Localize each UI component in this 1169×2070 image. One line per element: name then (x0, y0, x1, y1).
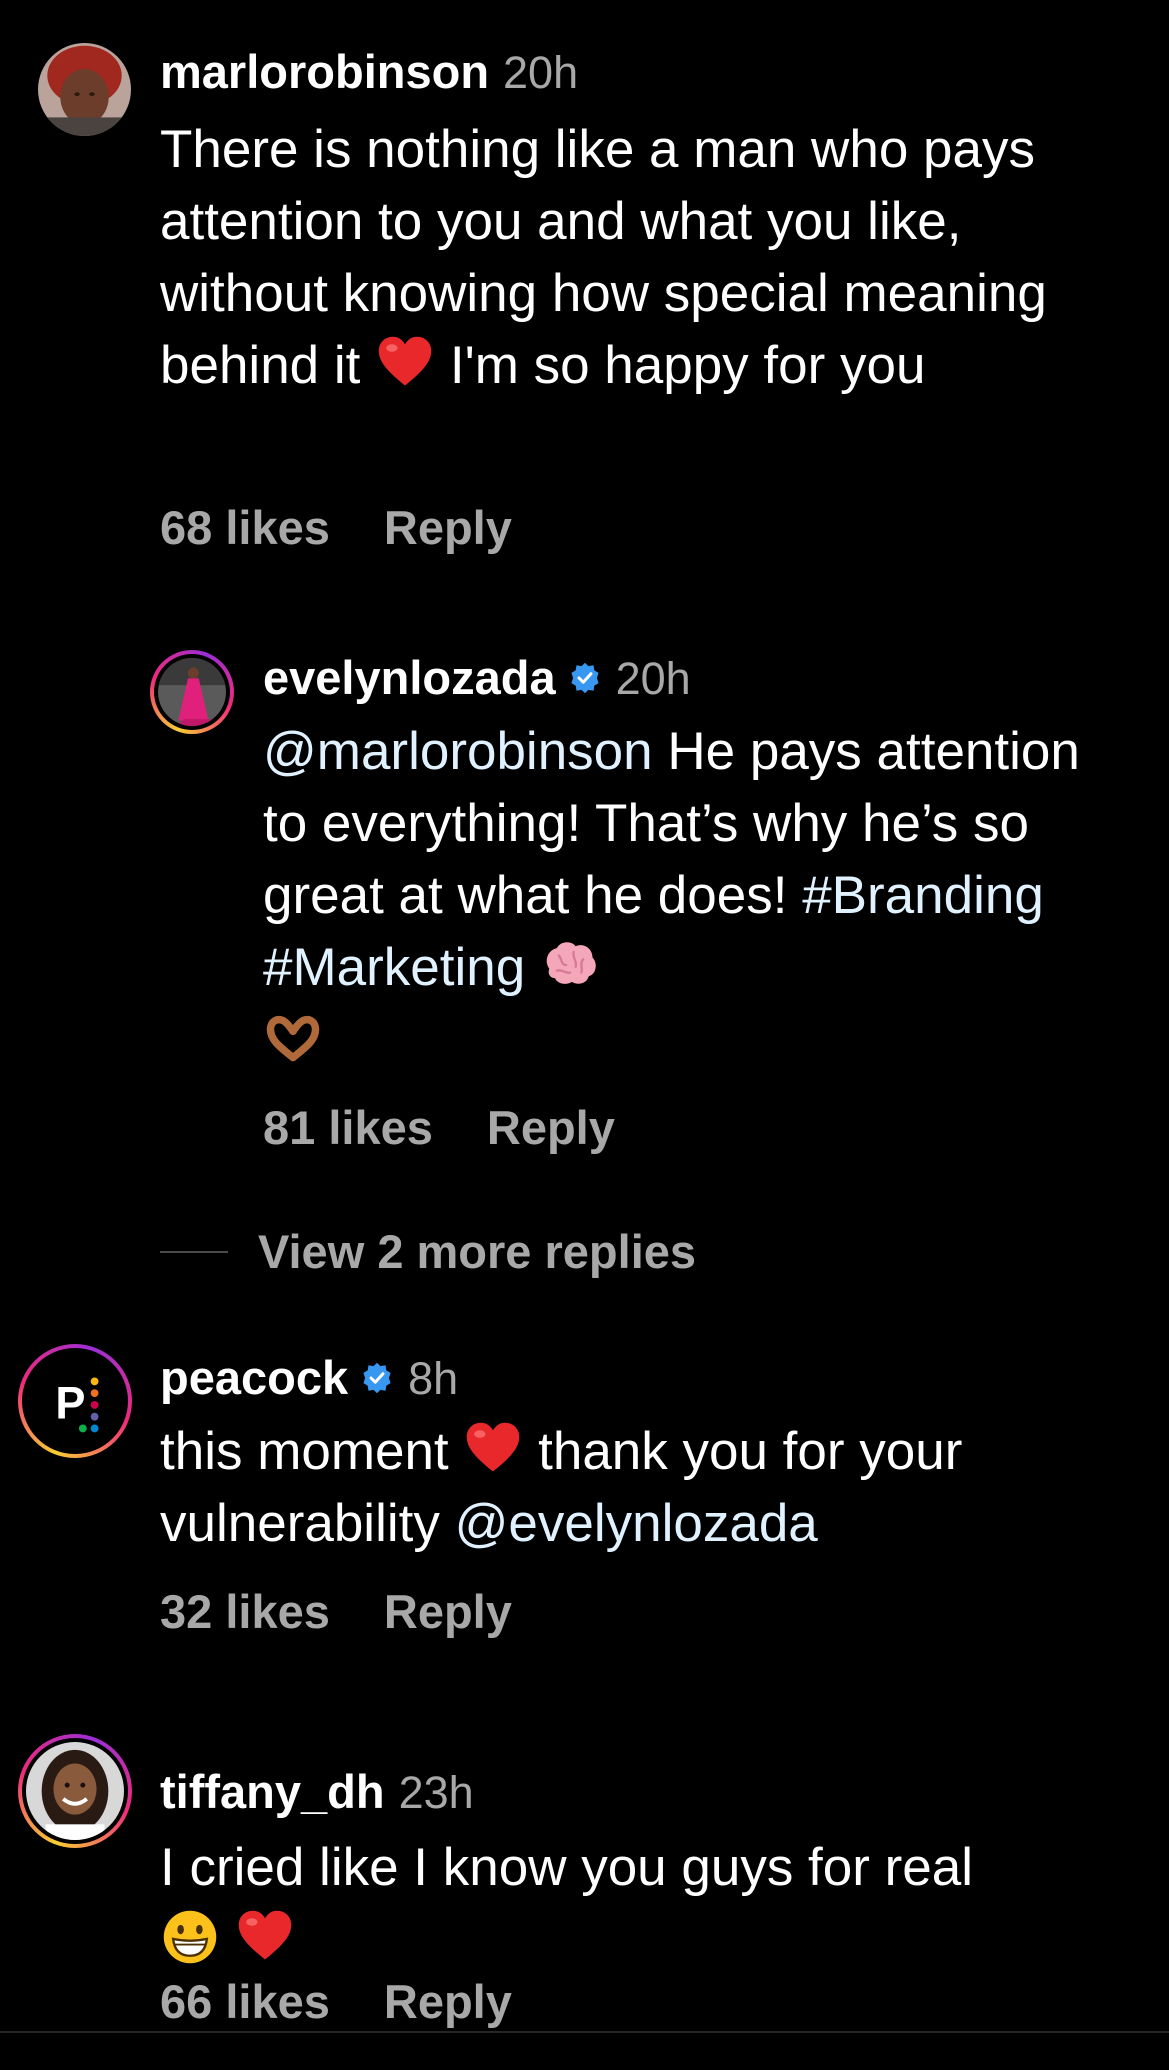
avatar[interactable] (38, 43, 131, 136)
likes-count[interactable]: 68 likes (160, 500, 330, 555)
reply-button[interactable]: Reply (384, 1584, 512, 1639)
comment-text: There is nothing like a man who pays att… (160, 120, 1047, 395)
likes-count[interactable]: 81 likes (263, 1100, 433, 1155)
view-more-replies-button[interactable]: View 2 more replies (160, 1224, 696, 1279)
username[interactable]: evelynlozada (263, 650, 556, 705)
timestamp: 8h (408, 1353, 459, 1404)
hashtag-link[interactable]: #Marketing (263, 938, 525, 997)
reply-button[interactable]: Reply (487, 1100, 615, 1155)
likes-count[interactable]: 32 likes (160, 1584, 330, 1639)
reply-button[interactable]: Reply (384, 1974, 512, 2029)
avatar[interactable] (150, 650, 234, 734)
comment-text: I cried like I know you guys for real (160, 1832, 1120, 1976)
avatar-photo-icon (26, 1742, 124, 1840)
heart-hands-emoji-icon (263, 1007, 323, 1067)
comment-tiffany-dh: tiffany_dh 23h I cried like I know you g… (0, 1730, 1169, 2030)
verified-badge-icon (568, 661, 602, 695)
brain-emoji-icon (540, 935, 600, 995)
divider (160, 1250, 228, 1253)
heart-emoji-icon (375, 333, 435, 393)
reply-evelynlozada: evelynlozada 20h @marlorobinson He pays … (0, 640, 1169, 1180)
comment-marlorobinson: marlorobinson 20h There is nothing like … (0, 0, 1169, 580)
avatar-photo-icon (158, 658, 226, 726)
comment-text: this moment thank you for your vulnerabi… (160, 1416, 1120, 1560)
grinning-face-emoji-icon (160, 1907, 220, 1967)
heart-emoji-icon (235, 1907, 295, 1967)
verified-badge-icon (360, 1361, 394, 1395)
timestamp: 20h (615, 653, 691, 704)
comment-text: @marlorobinson He pays attention to ever… (263, 716, 1113, 1076)
bottom-divider (0, 2031, 1169, 2033)
username[interactable]: tiffany_dh (160, 1764, 385, 1819)
comment-peacock: P peacock 8h this moment thank you for y… (0, 1340, 1169, 1670)
mention-link[interactable]: @marlorobinson (263, 722, 653, 781)
timestamp: 20h (503, 47, 579, 98)
svg-text:P: P (55, 1378, 85, 1429)
avatar[interactable] (18, 1734, 132, 1848)
reply-button[interactable]: Reply (384, 500, 512, 555)
timestamp: 23h (398, 1767, 474, 1818)
likes-count[interactable]: 66 likes (160, 1974, 330, 2029)
peacock-logo-icon: P (26, 1352, 124, 1450)
username[interactable]: peacock (160, 1350, 348, 1405)
hashtag-link[interactable]: #Branding (802, 866, 1044, 925)
view-more-replies-label: View 2 more replies (258, 1225, 697, 1278)
mention-link[interactable]: @evelynlozada (455, 1494, 818, 1553)
avatar-photo-icon (38, 43, 131, 136)
username[interactable]: marlorobinson (160, 44, 489, 99)
avatar[interactable]: P (18, 1344, 132, 1458)
heart-emoji-icon (463, 1419, 523, 1479)
